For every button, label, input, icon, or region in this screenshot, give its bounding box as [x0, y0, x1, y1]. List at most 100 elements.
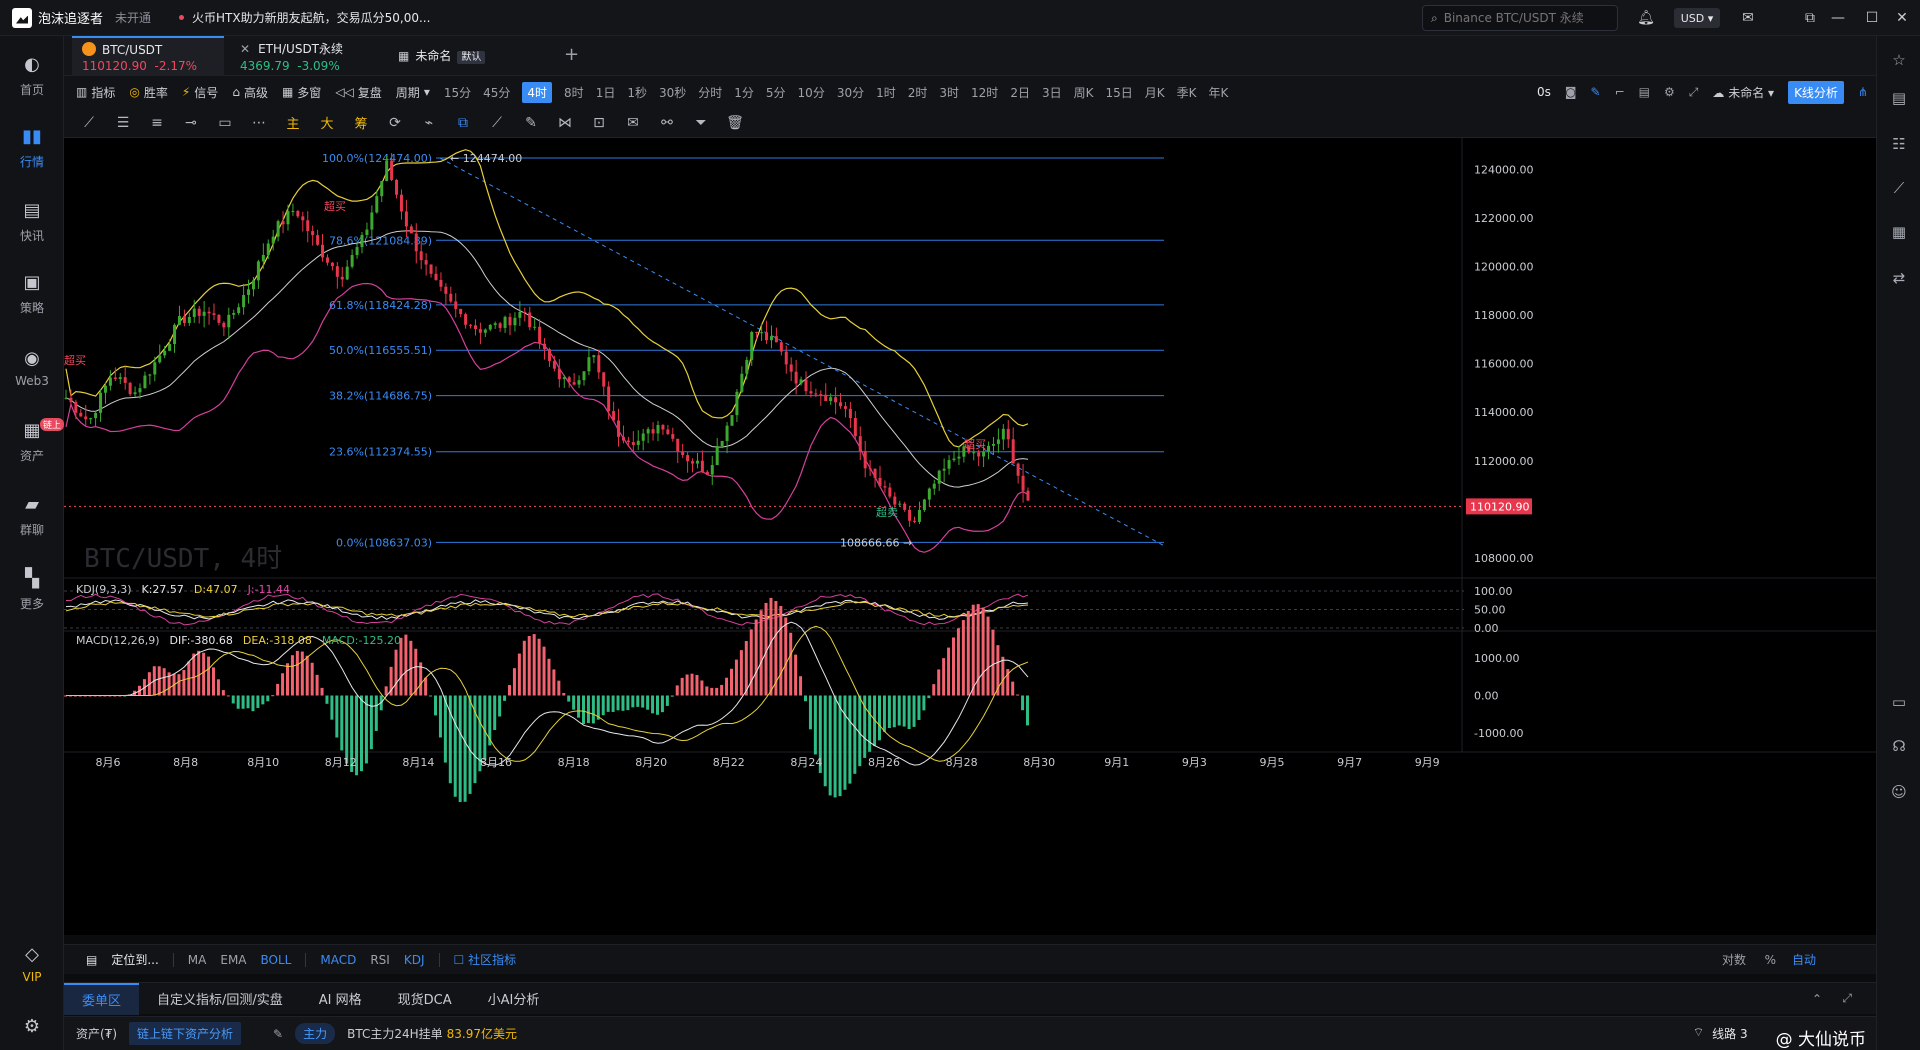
robot-icon[interactable]: ☺	[1889, 782, 1909, 802]
ruler-icon[interactable]: ⟋	[488, 115, 506, 131]
chart-area[interactable]: .ax{fill:#c9ccd2;font-size:11px;font-fam…	[64, 138, 1876, 935]
mail-icon[interactable]: ✉	[1738, 8, 1758, 28]
kline-analysis-button[interactable]: K线分析	[1788, 80, 1844, 104]
locate-button[interactable]: 定位到...	[111, 951, 158, 968]
period-8时[interactable]: 8时	[564, 84, 584, 101]
more-tools-icon[interactable]: ⋯	[250, 115, 268, 131]
filter-icon[interactable]: ⏷	[692, 115, 710, 131]
nav-chat[interactable]: ▰ 群聊	[0, 486, 64, 546]
winrate-button[interactable]: ◎ 胜率	[129, 84, 168, 101]
rectangle-icon[interactable]: ▭	[216, 115, 234, 131]
ind-kdj[interactable]: KDJ	[404, 953, 425, 967]
headset-icon[interactable]: ☊	[1889, 736, 1909, 756]
period-3时[interactable]: 3时	[939, 84, 959, 101]
parallel-lines-icon[interactable]: ☰	[114, 115, 132, 131]
copy-icon[interactable]: ⧉	[454, 115, 472, 131]
trend-line-icon[interactable]: ⟋	[80, 115, 98, 131]
main-force-button[interactable]: 主	[284, 113, 302, 132]
document-icon[interactable]: ▤	[1889, 88, 1909, 108]
camera-icon[interactable]: ◙	[1565, 85, 1577, 99]
tab-btc-usdt[interactable]: BTC/USDT 110120.90 -2.17%	[72, 36, 224, 76]
erase-icon[interactable]: ⌁	[420, 115, 438, 131]
period-周K[interactable]: 周K	[1074, 84, 1094, 101]
period-10分[interactable]: 10分	[798, 84, 825, 101]
tab-custom-indicators[interactable]: 自定义指标/回测/实盘	[139, 983, 301, 1015]
note-icon[interactable]: ✉	[624, 115, 642, 131]
close-tab-icon[interactable]: ✕	[240, 42, 250, 56]
tab-ai-analysis[interactable]: 小AI分析	[470, 983, 558, 1015]
tab-ai-grid[interactable]: AI 网格	[301, 983, 380, 1015]
assets-label[interactable]: 资产(₮)	[76, 1025, 117, 1042]
onchain-analysis-button[interactable]: 链上链下资产分析	[129, 1022, 242, 1045]
table-icon[interactable]: ▦	[1889, 222, 1909, 242]
multi-window-button[interactable]: ▦ 多窗	[282, 84, 321, 101]
price-chart[interactable]: .ax{fill:#c9ccd2;font-size:11px;font-fam…	[64, 138, 1876, 935]
ind-rsi[interactable]: RSI	[370, 953, 390, 967]
community-indicators[interactable]: ☐ 社区指标	[454, 951, 517, 968]
period-12时[interactable]: 12时	[971, 84, 998, 101]
share-icon[interactable]: ⋔	[1858, 85, 1868, 99]
draw-layer-icon[interactable]: ⌐	[1615, 85, 1625, 99]
period-5分[interactable]: 5分	[766, 84, 786, 101]
chip-button[interactable]: 筹	[352, 113, 370, 132]
period-30秒[interactable]: 30秒	[659, 84, 686, 101]
cloud-layout-select[interactable]: ☁ 未命名 ▾	[1712, 84, 1774, 101]
edit-icon[interactable]: ✎	[273, 1027, 283, 1041]
advanced-button[interactable]: ⌂ 高级	[232, 84, 268, 101]
period-1秒[interactable]: 1秒	[627, 84, 647, 101]
log-scale-toggle[interactable]: 对数	[1722, 951, 1746, 968]
lock-icon[interactable]: ⊡	[590, 115, 608, 131]
period-月K[interactable]: 月K	[1145, 84, 1165, 101]
ind-macd[interactable]: MACD	[320, 953, 356, 967]
period-select[interactable]: 周期 ▾	[396, 84, 430, 101]
chart-up-icon[interactable]: ⟋	[1889, 178, 1909, 198]
period-15分[interactable]: 15分	[444, 84, 471, 101]
tab-eth-usdt[interactable]: ✕ ETH/USDT永续 4369.79 -3.09%	[230, 36, 380, 76]
period-季K[interactable]: 季K	[1177, 84, 1197, 101]
trash-icon[interactable]: 🗑︎	[726, 115, 744, 131]
currency-select[interactable]: USD ▾	[1674, 8, 1720, 28]
period-45分[interactable]: 45分	[483, 84, 510, 101]
chart-type-icon[interactable]: ▤	[1639, 85, 1650, 99]
period-年K[interactable]: 年K	[1209, 84, 1229, 101]
big-order-button[interactable]: 大	[318, 113, 336, 132]
pattern-icon[interactable]: ⋈	[556, 115, 574, 131]
tab-orders[interactable]: 委单区	[64, 982, 140, 1015]
nav-assets[interactable]: ▦ 资产 链上	[0, 412, 64, 472]
period-2日[interactable]: 2日	[1010, 84, 1030, 101]
maximize-icon[interactable]: ☐	[1862, 8, 1882, 28]
news-ticker[interactable]: 火币HTX助力新朋友起航，交易瓜分50,00...	[184, 9, 430, 26]
nav-news[interactable]: ▤ 快讯	[0, 192, 64, 252]
auto-scale-toggle[interactable]: 自动	[1792, 951, 1816, 968]
add-tab-icon[interactable]: +	[564, 44, 579, 65]
period-2时[interactable]: 2时	[908, 84, 928, 101]
collapse-icon[interactable]: ⌃	[1812, 992, 1822, 1006]
search-input[interactable]	[1443, 11, 1604, 25]
period-4时[interactable]: 4时	[522, 81, 553, 103]
tab-layout[interactable]: ▦ 未命名 默认	[388, 36, 548, 76]
close-icon[interactable]: ✕	[1892, 8, 1912, 28]
percent-toggle[interactable]: %	[1765, 953, 1776, 967]
ind-boll[interactable]: BOLL	[261, 953, 292, 967]
settings-icon[interactable]: ⚙	[1664, 85, 1675, 99]
brush-icon[interactable]: ✎	[522, 115, 540, 131]
ind-ma[interactable]: MA	[188, 953, 207, 967]
bell-icon[interactable]: 🔔︎	[1636, 8, 1656, 28]
fullscreen-icon[interactable]: ⤢	[1689, 85, 1699, 100]
account-status[interactable]: 未开通	[109, 9, 151, 26]
exchange-icon[interactable]: ⇄	[1889, 268, 1909, 288]
pen-icon[interactable]: ✎	[1591, 85, 1601, 99]
panel-icon[interactable]: ▭	[1889, 692, 1909, 712]
period-1日[interactable]: 1日	[596, 84, 616, 101]
line-select[interactable]: 线路 3	[1712, 1025, 1747, 1050]
nav-more[interactable]: ▚ 更多	[0, 560, 64, 620]
nav-market[interactable]: ▮▮ 行情	[0, 118, 64, 178]
period-分时[interactable]: 分时	[698, 84, 722, 101]
list-icon[interactable]: ☷	[1889, 134, 1909, 154]
star-icon[interactable]: ☆	[1889, 50, 1909, 70]
horizontal-ray-icon[interactable]: ⊸	[182, 115, 200, 131]
link-icon[interactable]: ⚯	[658, 115, 676, 131]
nav-vip[interactable]: ◇ VIP	[0, 934, 64, 994]
search-box[interactable]: ⌕	[1422, 5, 1618, 31]
signal-button[interactable]: ⚡︎ 信号	[182, 84, 218, 101]
